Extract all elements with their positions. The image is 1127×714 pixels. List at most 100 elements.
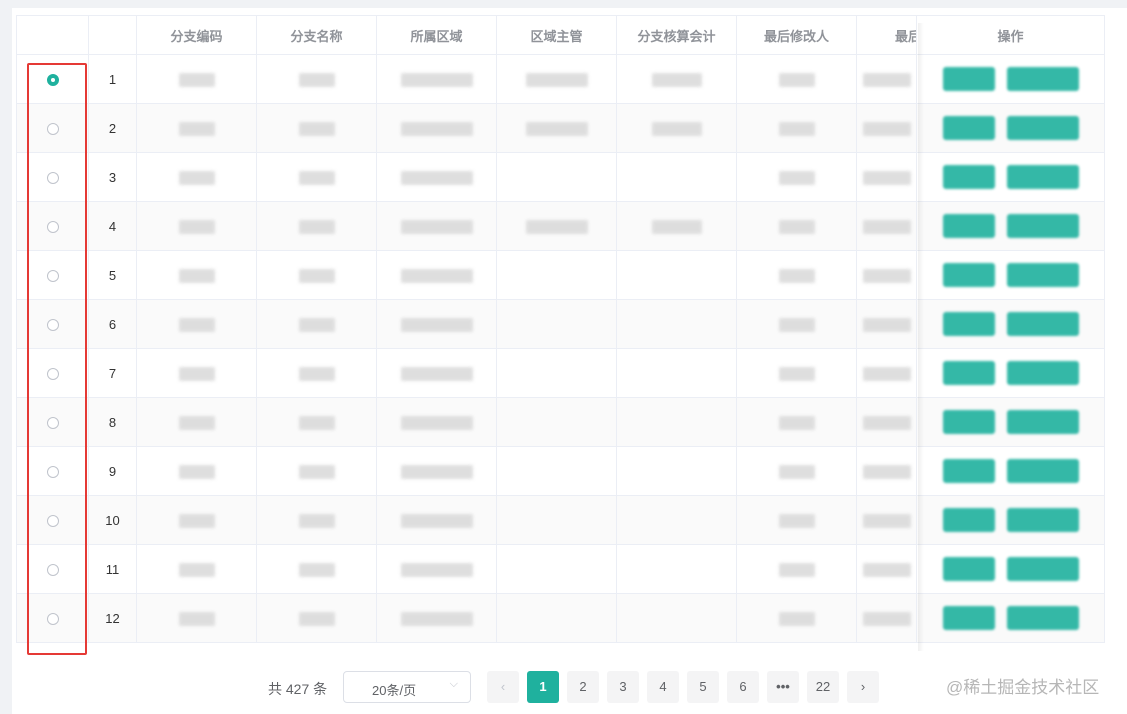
edit-button[interactable]	[942, 116, 995, 140]
row-radio[interactable]	[46, 270, 59, 283]
table-row[interactable]: 3	[16, 152, 1105, 202]
detail-button[interactable]	[1006, 459, 1079, 483]
cell-region	[376, 544, 497, 594]
edit-button[interactable]	[942, 263, 995, 287]
page-2[interactable]: 2	[567, 671, 599, 703]
detail-button[interactable]	[1006, 263, 1079, 287]
col-region[interactable]: 所属区域	[376, 15, 497, 55]
edit-button[interactable]	[942, 312, 995, 336]
col-last-modifier[interactable]: 最后修改人	[736, 15, 857, 55]
row-radio-cell[interactable]	[16, 54, 89, 104]
row-radio-cell[interactable]	[16, 544, 89, 594]
edit-button[interactable]	[942, 410, 995, 434]
col-branch-name[interactable]: 分支名称	[256, 15, 377, 55]
row-radio-cell[interactable]	[16, 250, 89, 300]
table-row[interactable]: 12	[16, 593, 1105, 643]
edit-button[interactable]	[942, 67, 995, 91]
cell-branch-accountant	[616, 250, 737, 300]
detail-button[interactable]	[1006, 116, 1079, 140]
table-row[interactable]: 11	[16, 544, 1105, 594]
cell-actions	[916, 299, 1105, 349]
cell-branch-name	[256, 152, 377, 202]
row-radio[interactable]	[46, 123, 59, 136]
cell-branch-accountant	[616, 495, 737, 545]
detail-button[interactable]	[1006, 361, 1079, 385]
row-radio-cell[interactable]	[16, 201, 89, 251]
cell-last-modified	[856, 103, 917, 153]
row-radio-cell[interactable]	[16, 348, 89, 398]
detail-button[interactable]	[1006, 410, 1079, 434]
page-5[interactable]: 5	[687, 671, 719, 703]
row-radio-cell[interactable]	[16, 593, 89, 643]
detail-button[interactable]	[1006, 508, 1079, 532]
detail-button[interactable]	[1006, 312, 1079, 336]
prev-page-button[interactable]: ‹	[487, 671, 519, 703]
table-row[interactable]: 7	[16, 348, 1105, 398]
edit-button[interactable]	[942, 557, 995, 581]
row-radio-cell[interactable]	[16, 446, 89, 496]
page-4[interactable]: 4	[647, 671, 679, 703]
page-ellipsis[interactable]: •••	[767, 671, 799, 703]
row-radio[interactable]	[46, 368, 59, 381]
redacted-text	[862, 219, 911, 234]
detail-button[interactable]	[1006, 67, 1079, 91]
table-row[interactable]: 5	[16, 250, 1105, 300]
edit-button[interactable]	[942, 459, 995, 483]
col-branch-accountant[interactable]: 分支核算会计	[616, 15, 737, 55]
table-header-row: 分支编码 分支名称 所属区域 区域主管 分支核算会计 最后修改人 最后 操作	[16, 15, 1105, 55]
redacted-text	[400, 464, 473, 479]
row-radio[interactable]	[46, 466, 59, 479]
redacted-text	[400, 317, 473, 332]
col-last-modified[interactable]: 最后	[856, 15, 917, 55]
detail-button[interactable]	[1006, 214, 1079, 238]
next-page-button[interactable]: ›	[847, 671, 879, 703]
edit-button[interactable]	[942, 165, 995, 189]
row-radio[interactable]	[46, 515, 59, 528]
cell-region-manager	[496, 397, 617, 447]
row-radio-cell[interactable]	[16, 397, 89, 447]
cell-branch-code	[136, 201, 257, 251]
col-branch-code[interactable]: 分支编码	[136, 15, 257, 55]
redacted-text	[862, 415, 911, 430]
row-radio[interactable]	[46, 417, 59, 430]
table-row[interactable]: 4	[16, 201, 1105, 251]
col-region-manager[interactable]: 区域主管	[496, 15, 617, 55]
row-radio-cell[interactable]	[16, 103, 89, 153]
detail-button[interactable]	[1006, 165, 1079, 189]
page-3[interactable]: 3	[607, 671, 639, 703]
page-1[interactable]: 1	[527, 671, 559, 703]
cell-branch-name	[256, 348, 377, 398]
redacted-text	[178, 72, 215, 87]
redacted-text	[778, 219, 815, 234]
row-radio[interactable]	[46, 221, 59, 234]
table-row[interactable]: 2	[16, 103, 1105, 153]
detail-button[interactable]	[1006, 557, 1079, 581]
edit-button[interactable]	[942, 214, 995, 238]
page-size-select[interactable]: 20条/页 ⌵	[343, 671, 471, 703]
row-radio-cell[interactable]	[16, 495, 89, 545]
row-radio[interactable]	[46, 319, 59, 332]
edit-button[interactable]	[942, 606, 995, 630]
row-radio[interactable]	[46, 172, 59, 185]
table-row[interactable]: 6	[16, 299, 1105, 349]
page-22[interactable]: 22	[807, 671, 839, 703]
row-radio-cell[interactable]	[16, 299, 89, 349]
table-row[interactable]: 9	[16, 446, 1105, 496]
redacted-text	[862, 513, 911, 528]
row-radio[interactable]	[46, 613, 59, 626]
row-radio[interactable]	[46, 564, 59, 577]
row-radio[interactable]	[46, 74, 59, 87]
redacted-text	[178, 366, 215, 381]
table-row[interactable]: 8	[16, 397, 1105, 447]
cell-region	[376, 103, 497, 153]
table-row[interactable]: 1	[16, 54, 1105, 104]
page-6[interactable]: 6	[727, 671, 759, 703]
cell-branch-name	[256, 593, 377, 643]
chevron-down-icon: ⌵	[449, 678, 458, 690]
cell-region	[376, 495, 497, 545]
row-radio-cell[interactable]	[16, 152, 89, 202]
detail-button[interactable]	[1006, 606, 1079, 630]
table-row[interactable]: 10	[16, 495, 1105, 545]
edit-button[interactable]	[942, 508, 995, 532]
edit-button[interactable]	[942, 361, 995, 385]
